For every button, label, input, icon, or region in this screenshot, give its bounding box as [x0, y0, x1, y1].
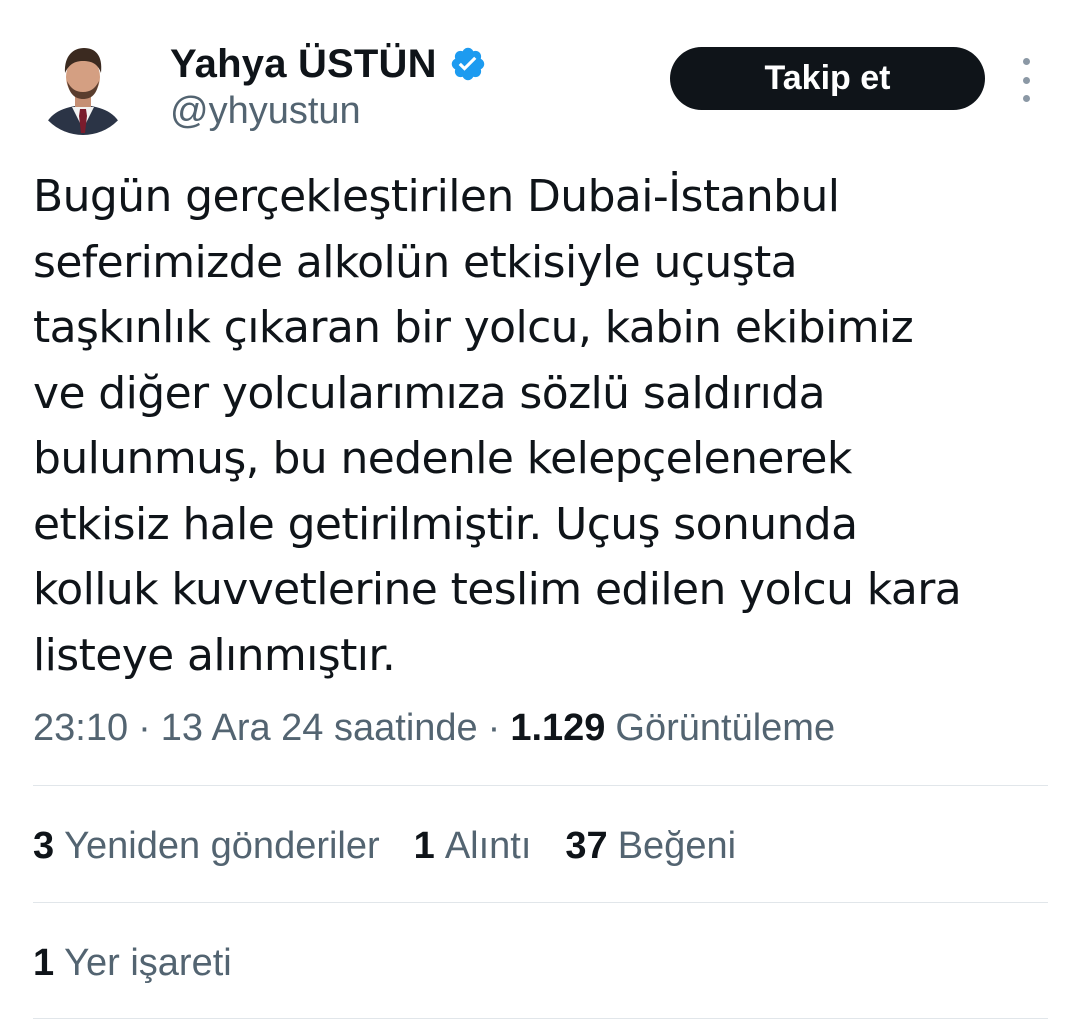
more-dot [1022, 76, 1030, 84]
tweet-text-line: Bugün gerçekleştirilen Dubai-İstanbul [33, 171, 840, 222]
bookmarks-label: Yer işareti [64, 941, 232, 984]
bookmarks-stat[interactable]: 1 Yer işareti [33, 937, 232, 989]
tweet-text-line: kolluk kuvvetlerine teslim edilen yolcu … [33, 564, 962, 615]
reposts-label: Yeniden gönderiler [64, 824, 380, 867]
likes-stat[interactable]: 37 Beğeni [565, 825, 736, 868]
meta-separator: · [487, 706, 501, 749]
tweet-text-line: ve diğer yolcularımıza sözlü saldırıda [33, 367, 826, 419]
author-name[interactable]: Yahya ÜSTÜN [170, 42, 437, 87]
tweet-text-line: listeye alınmıştır. [33, 629, 396, 681]
tweet-time[interactable]: 23:10 [33, 707, 128, 750]
divider [33, 902, 1048, 903]
divider [33, 785, 1048, 786]
avatar[interactable] [34, 37, 132, 135]
tweet-text-line: etkisiz hale getirilmiştir. Uçuş sonunda [33, 498, 858, 550]
author-name-row[interactable]: Yahya ÜSTÜN [170, 38, 487, 90]
bookmarks-stat-inner: 1 Yer işareti [33, 942, 232, 985]
views-label: Görüntüleme [615, 706, 836, 749]
quotes-stat[interactable]: 1 Alıntı [414, 825, 532, 868]
more-dot [1022, 58, 1030, 65]
tweet-date[interactable]: 13 Ara 24 saatinde [161, 707, 478, 750]
likes-label: Beğeni [617, 824, 737, 867]
meta-separator: · [138, 706, 151, 749]
tweet-text-line: bulunmuş, bu nedenle kelepçelenerek [33, 433, 852, 484]
quotes-count: 1 [413, 824, 435, 867]
author-handle[interactable]: @yhyustun [170, 90, 361, 133]
quotes-label: Alıntı [444, 824, 532, 867]
tweet-text: Bugün gerçekleştirilen Dubai-İstanbul se… [33, 164, 1033, 688]
tweet-detail: Yahya ÜSTÜN @yhyustun Takip et Bugün ger… [0, 0, 1080, 1027]
engagement-stats: 3 Yeniden gönderiler 1 Alıntı 37 Beğeni [33, 820, 770, 872]
views-count: 1.129 [510, 706, 606, 749]
reposts-stat[interactable]: 3 Yeniden gönderiler [33, 825, 380, 868]
verified-badge-icon [449, 45, 487, 83]
bookmarks-count: 1 [33, 941, 55, 984]
more-dot [1022, 95, 1030, 102]
reposts-count: 3 [33, 824, 55, 867]
more-vertical-icon[interactable] [1010, 58, 1042, 102]
person-avatar-icon [34, 37, 132, 135]
likes-count: 37 [565, 824, 608, 867]
divider [33, 1018, 1048, 1019]
tweet-meta: 23:10 · 13 Ara 24 saatinde · 1.129 Görün… [33, 702, 835, 754]
tweet-text-line: seferimizde alkolün etkisiyle uçuşta [33, 236, 798, 288]
follow-button[interactable]: Takip et [670, 47, 985, 110]
tweet-text-line: taşkınlık çıkaran bir yolcu, kabin ekibi… [33, 302, 914, 353]
